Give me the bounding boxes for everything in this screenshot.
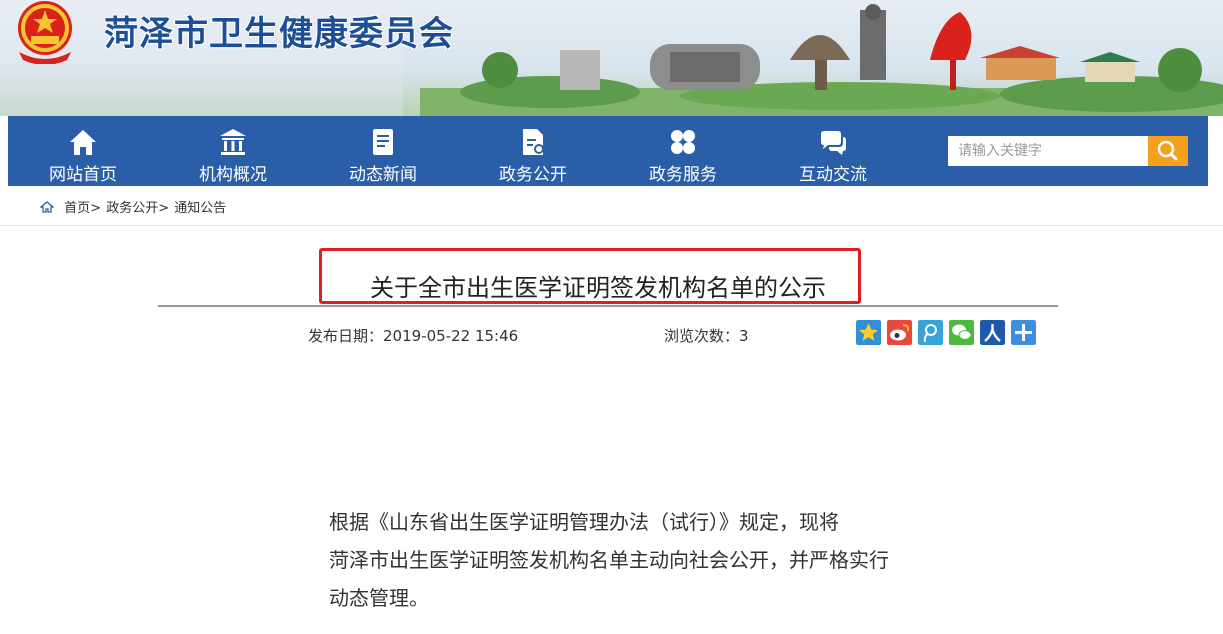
article-body-line: 菏泽市出生医学证明签发机构名单主动向社会公开，并严格实行 (329, 548, 889, 572)
article-body: 根据《山东省出生医学证明管理办法（试行）》规定，现将 菏泽市出生医学证明签发机构… (329, 503, 929, 617)
article-body-line: 根据《山东省出生医学证明管理办法（试行）》规定，现将 (329, 510, 839, 534)
article-body-line: 动态管理。 (329, 586, 429, 610)
nav-item-label: 政务服务 (649, 165, 717, 185)
nav-item-interaction[interactable]: 互动交流 (758, 116, 908, 186)
services-grid-icon (671, 130, 695, 154)
nav-item-public-affairs[interactable]: 政务公开 (458, 116, 608, 186)
qzone-icon[interactable] (856, 320, 881, 345)
nav-item-label: 动态新闻 (349, 165, 417, 185)
nav-item-home[interactable]: 网站首页 (8, 116, 158, 186)
title-divider (158, 305, 1058, 307)
nav-item-label: 互动交流 (799, 165, 867, 185)
search-button[interactable] (1148, 136, 1188, 166)
nav-item-institution[interactable]: 机构概况 (158, 116, 308, 186)
nav-item-news[interactable]: 动态新闻 (308, 116, 458, 186)
chat-bubbles-icon (821, 131, 846, 155)
publish-date: 发布日期：2019-05-22 15:46 (308, 327, 519, 345)
institution-icon (220, 129, 246, 155)
breadcrumb-divider (0, 225, 1223, 226)
breadcrumb-current[interactable]: 通知公告 (174, 201, 226, 216)
national-emblem-icon (18, 1, 72, 64)
article-title: 关于全市出生医学证明签发机构名单的公示 (370, 274, 826, 302)
site-title: 菏泽市卫生健康委员会 (104, 14, 454, 54)
home-icon (70, 130, 96, 155)
breadcrumb: 首页> 政务公开> 通知公告 (40, 197, 227, 216)
search-input[interactable] (948, 136, 1148, 166)
news-document-icon (373, 129, 393, 155)
search-icon (1157, 140, 1178, 161)
nav-item-label: 政务公开 (499, 165, 567, 185)
nav-item-label: 机构概况 (199, 165, 267, 185)
wechat-icon[interactable] (949, 320, 974, 345)
public-document-icon (523, 129, 544, 155)
city-scenery-illustration (420, 4, 1223, 116)
nav-item-services[interactable]: 政务服务 (608, 116, 758, 186)
site-header-banner: 菏泽市卫生健康委员会 (0, 0, 1223, 116)
nav-item-label: 网站首页 (49, 165, 117, 185)
breadcrumb-link-home[interactable]: 首页> (64, 201, 101, 216)
weibo-icon[interactable] (887, 320, 912, 345)
breadcrumb-link-public-affairs[interactable]: 政务公开> (106, 201, 169, 216)
renren-icon[interactable] (980, 320, 1005, 345)
breadcrumb-home-icon (40, 201, 54, 213)
main-navigation: 网站首页 机构概况 动态新闻 政务公开 政务服务 互动交流 请输入关键字 (8, 116, 1208, 186)
view-count: 浏览次数：3 (664, 327, 749, 345)
tencent-weibo-icon[interactable] (918, 320, 943, 345)
more-share-icon[interactable] (1011, 320, 1036, 345)
